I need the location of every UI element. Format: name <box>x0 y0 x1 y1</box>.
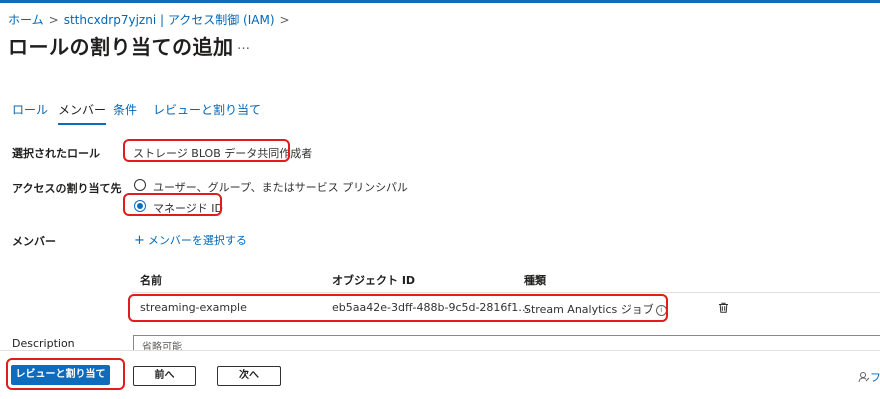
tab-members[interactable]: メンバー <box>58 101 107 125</box>
breadcrumb-separator: > <box>279 13 290 27</box>
feedback-link[interactable]: フ <box>858 369 880 385</box>
highlight-box <box>128 294 668 322</box>
column-name: 名前 <box>140 274 162 287</box>
top-accent-bar <box>0 0 880 3</box>
column-type: 種類 <box>524 274 546 287</box>
select-members-text: メンバーを選択する <box>147 234 247 247</box>
delete-icon[interactable] <box>718 302 729 313</box>
members-table-header: 名前 オブジェクト ID 種類 <box>132 262 880 293</box>
tab-review-assign[interactable]: レビューと割り当て <box>153 101 261 123</box>
plus-icon: + <box>134 233 145 248</box>
description-input[interactable]: 省略可能 <box>133 335 880 353</box>
breadcrumb-home[interactable]: ホーム <box>8 13 44 27</box>
radio-user-group-sp[interactable] <box>134 179 146 191</box>
highlight-box <box>123 139 290 162</box>
footer-bar <box>0 350 880 399</box>
breadcrumb: ホーム > stthcxdrp7yjzni | アクセス制御 (IAM) > <box>8 11 295 28</box>
assign-access-label: アクセスの割り当て先 <box>12 182 122 195</box>
description-label: Description <box>12 337 75 350</box>
highlight-box <box>6 358 125 390</box>
members-label: メンバー <box>12 235 56 248</box>
highlight-box <box>123 193 222 216</box>
select-members-link[interactable]: + メンバーを選択する <box>134 232 247 248</box>
feedback-icon <box>858 372 870 383</box>
tab-conditions[interactable]: 条件 <box>113 101 137 123</box>
column-object-id: オブジェクト ID <box>332 274 416 287</box>
tab-role[interactable]: ロール <box>12 101 48 123</box>
breadcrumb-separator: > <box>48 13 59 27</box>
page-title: ロールの割り当ての追加 <box>8 35 234 59</box>
next-button[interactable]: 次へ <box>217 366 281 386</box>
selected-role-label: 選択されたロール <box>12 147 100 160</box>
previous-button[interactable]: 前へ <box>133 366 196 386</box>
feedback-text: フ <box>870 371 880 384</box>
more-options-button[interactable]: … <box>237 38 251 53</box>
breadcrumb-iam[interactable]: stthcxdrp7yjzni | アクセス制御 (IAM) <box>64 13 275 27</box>
